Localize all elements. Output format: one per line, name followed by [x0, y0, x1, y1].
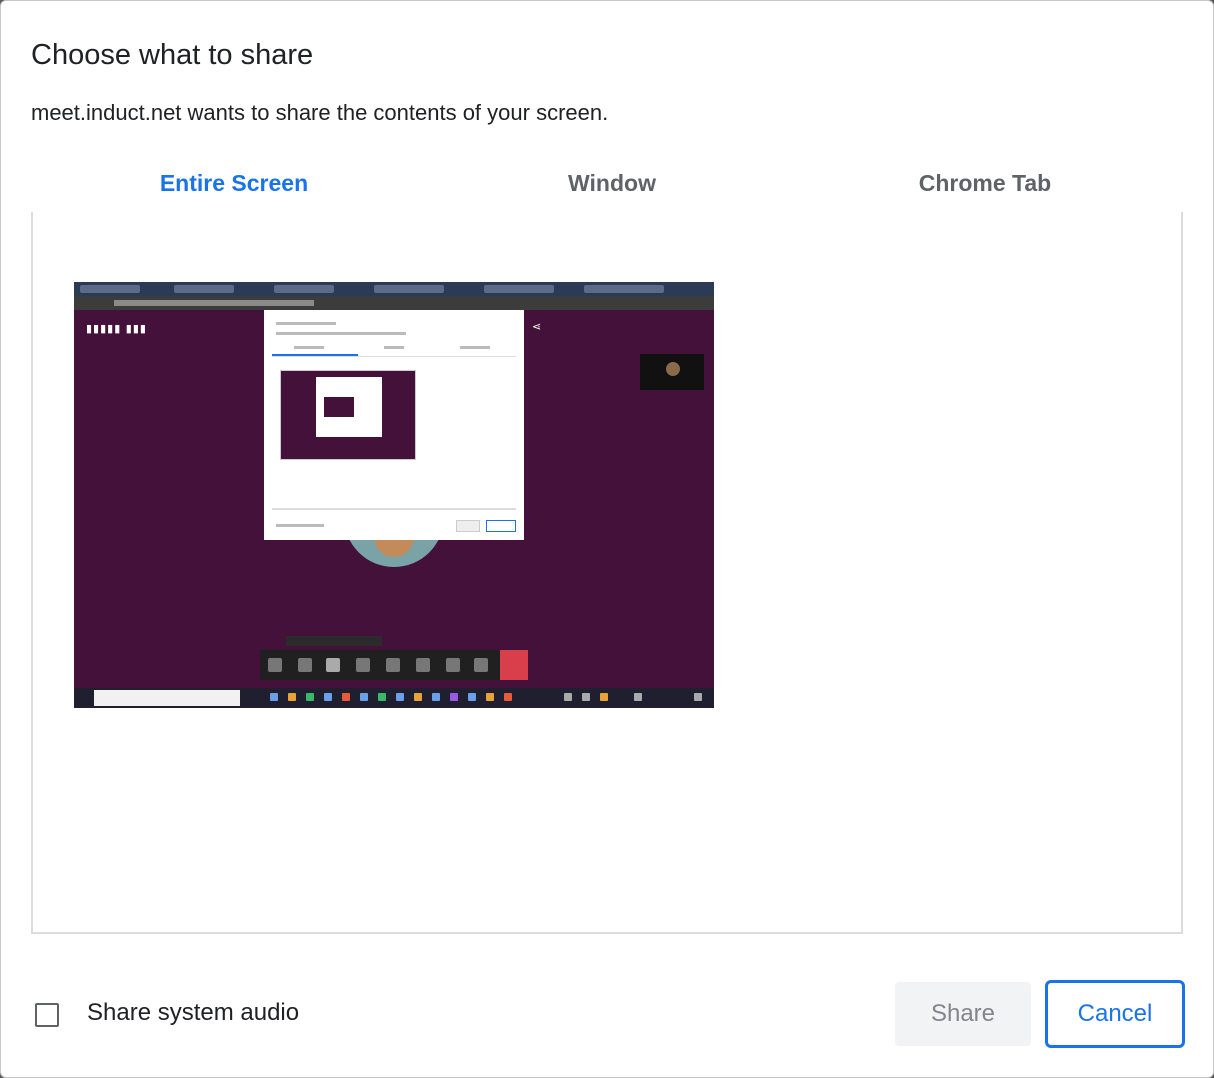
thumbnail-nested-dialog	[264, 310, 524, 540]
thumbnail-self-video	[640, 354, 704, 390]
thumbnail-urlbar	[74, 296, 714, 310]
thumbnail-os-taskbar	[74, 688, 714, 708]
source-list-panel: ▮▮▮▮▮ ▮▮▮ ⋖	[31, 212, 1183, 934]
tab-window[interactable]: Window	[437, 151, 787, 215]
dialog-subtitle: meet.induct.net wants to share the conte…	[31, 100, 609, 125]
share-screen-dialog: Choose what to share meet.induct.net wan…	[0, 0, 1214, 1078]
thumbnail-share-icon: ⋖	[532, 321, 542, 333]
cancel-button[interactable]: Cancel	[1045, 980, 1185, 1048]
thumbnail-tooltip	[286, 636, 382, 646]
share-system-audio-checkbox[interactable]	[35, 1003, 59, 1027]
dialog-title: Choose what to share	[31, 39, 314, 71]
tab-chrome-tab[interactable]: Chrome Tab	[787, 151, 1183, 215]
entire-screen-thumbnail[interactable]: ▮▮▮▮▮ ▮▮▮ ⋖	[74, 282, 714, 708]
thumbnail-browser-tabbar	[74, 282, 714, 296]
share-system-audio-label[interactable]: Share system audio	[87, 999, 299, 1027]
share-source-tabs: Entire Screen Window Chrome Tab	[31, 151, 1183, 218]
tab-entire-screen[interactable]: Entire Screen	[31, 151, 437, 218]
thumbnail-meeting-logo: ▮▮▮▮▮ ▮▮▮	[86, 322, 147, 335]
thumbnail-end-call-icon	[500, 650, 528, 680]
thumbnail-call-toolbar	[260, 650, 528, 680]
share-button[interactable]: Share	[895, 982, 1031, 1046]
